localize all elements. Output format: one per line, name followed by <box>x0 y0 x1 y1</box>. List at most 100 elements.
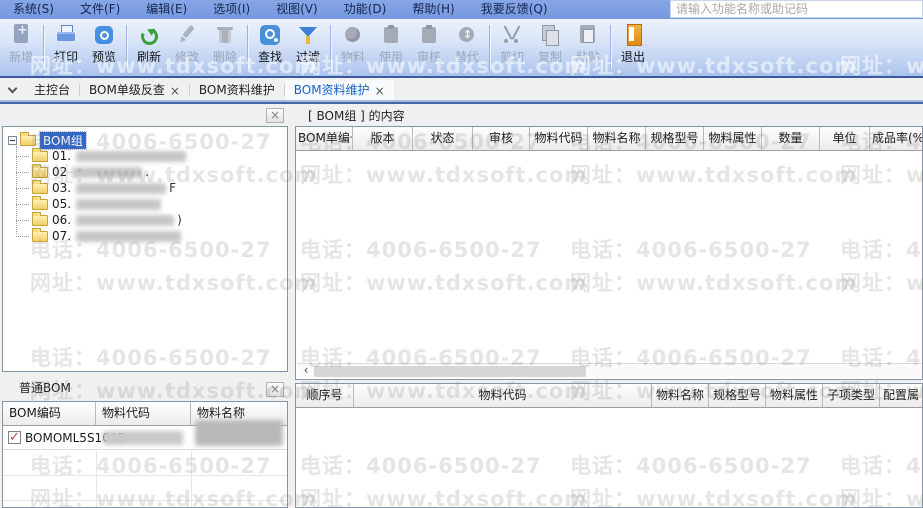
menu-item-system[interactable]: 系统(S) <box>0 0 67 19</box>
row-checkbox[interactable] <box>8 431 21 444</box>
edit-pencil-icon <box>175 24 199 46</box>
col-material-code[interactable]: 物料代码 <box>354 384 652 408</box>
tree-root-label: BOM组 <box>40 132 86 149</box>
toolbar-separator <box>43 25 44 69</box>
col-spec-model[interactable]: 规格型号 <box>709 384 766 408</box>
toolbar-new-button: 新增 <box>2 23 40 65</box>
add-document-icon <box>9 24 33 46</box>
redacted-text <box>76 199 161 210</box>
tree-item-label: 05. <box>52 197 71 211</box>
toolbar-separator <box>489 25 490 69</box>
substitute-icon <box>455 24 479 46</box>
toolbar-delete-button: 删除 <box>206 23 244 65</box>
bom-detail-table: 顺序号 物料代码 物料名称 规格型号 物料属性 子项类型 配置属 <box>295 383 923 508</box>
normal-bom-table: BOM编码 物料代码 物料名称 BOMOML5S1005 <box>2 401 288 508</box>
tree-item-03[interactable]: 03. F <box>16 180 287 196</box>
tree-item-label: 02 <box>52 165 67 179</box>
grid-line <box>191 451 192 508</box>
col-subitem-type[interactable]: 子项类型 <box>823 384 880 408</box>
tree-item-05[interactable]: 05. <box>16 196 287 212</box>
col-quantity[interactable]: 数量 <box>762 127 820 151</box>
toolbar-usage-label: 使用 <box>372 48 410 65</box>
tree-item-07[interactable]: 07. <box>16 228 287 244</box>
toolbar-separator <box>126 25 127 69</box>
col-yield-rate[interactable]: 成品率(%) <box>870 127 922 151</box>
col-version[interactable]: 版本 <box>353 127 413 151</box>
col-material-code[interactable]: 物料代码 <box>530 127 588 151</box>
col-material-attr[interactable]: 物料属性 <box>766 384 823 408</box>
copy-icon <box>538 24 562 46</box>
col-bom-no[interactable]: BOM单编号 <box>296 127 353 151</box>
redacted-text <box>72 167 142 178</box>
chevron-down-icon[interactable] <box>8 84 18 94</box>
col-bom-code[interactable]: BOM编码 <box>3 402 96 426</box>
col-material-code[interactable]: 物料代码 <box>96 402 191 426</box>
toolbar-find-label: 查找 <box>251 48 289 65</box>
tree-item-suffix: ) <box>177 213 182 227</box>
menu-item-function[interactable]: 功能(D) <box>331 0 400 19</box>
menu-item-edit[interactable]: 编辑(E) <box>133 0 200 19</box>
col-seq-no[interactable]: 顺序号 <box>296 384 354 408</box>
tree-item-label: 06. <box>52 213 71 227</box>
toolbar-modify-label: 修改 <box>168 48 206 65</box>
scroll-left-icon[interactable] <box>299 364 313 378</box>
col-audit[interactable]: 审核 <box>473 127 530 151</box>
col-status[interactable]: 状态 <box>413 127 473 151</box>
col-spec-model[interactable]: 规格型号 <box>646 127 704 151</box>
bom-group-tree: BOM组 01. 02 . 03. F 05. 06. ) <box>2 126 288 372</box>
toolbar-cut-button: 剪切 <box>493 23 531 65</box>
toolbar-substitute-button: 替代 <box>448 23 486 65</box>
close-icon[interactable] <box>170 85 180 97</box>
col-config-attr[interactable]: 配置属 <box>880 384 922 408</box>
tree-item-06[interactable]: 06. ) <box>16 212 287 228</box>
toolbar-print-label: 打印 <box>47 48 85 65</box>
tree-item-label: 01. <box>52 149 71 163</box>
close-icon[interactable] <box>375 85 385 97</box>
scrollbar-thumb[interactable] <box>314 366 586 377</box>
redacted-text <box>76 215 174 226</box>
tree-root-bom-group[interactable]: BOM组 <box>3 132 287 148</box>
menu-item-view[interactable]: 视图(V) <box>263 0 331 19</box>
redacted-text <box>103 431 183 445</box>
toolbar-find-button[interactable]: 查找 <box>251 23 289 65</box>
toolbar-audit-label: 审核 <box>410 48 448 65</box>
table-row[interactable]: BOMOML5S1005 <box>3 426 287 450</box>
tab-bom-maintain-2[interactable]: BOM资料维护 <box>285 80 394 100</box>
tab-bom-reverse-lookup[interactable]: BOM单级反查 <box>80 80 189 100</box>
toolbar: 新增 打印 预览 刷新 修改 删除 查找 过滤 物料 使用 审核 <box>0 19 923 78</box>
folder-icon <box>32 199 48 210</box>
redacted-text <box>76 231 181 242</box>
toolbar-usage-button: 使用 <box>372 23 410 65</box>
tab-console[interactable]: 主控台 <box>25 80 79 100</box>
tab-bom-maintain-1[interactable]: BOM资料维护 <box>190 80 284 100</box>
col-material-attr[interactable]: 物料属性 <box>704 127 762 151</box>
menu-item-feedback[interactable]: 我要反馈(Q) <box>468 0 561 19</box>
folder-icon <box>32 167 48 178</box>
toolbar-separator <box>610 25 611 69</box>
toolbar-refresh-button[interactable]: 刷新 <box>130 23 168 65</box>
toolbar-print-button[interactable]: 打印 <box>47 23 85 65</box>
menu-item-help[interactable]: 帮助(H) <box>399 0 467 19</box>
menu-item-file[interactable]: 文件(F) <box>67 0 133 19</box>
tree-item-01[interactable]: 01. <box>16 148 287 164</box>
tab-bom-reverse-lookup-label: BOM单级反查 <box>89 81 165 100</box>
close-icon[interactable] <box>266 382 284 397</box>
horizontal-scrollbar[interactable] <box>297 363 921 378</box>
toolbar-exit-button[interactable]: 退出 <box>614 23 652 65</box>
tree-item-02[interactable]: 02 . <box>16 164 287 180</box>
toolbar-preview-button[interactable]: 预览 <box>85 23 123 65</box>
col-material-name[interactable]: 物料名称 <box>588 127 646 151</box>
close-icon[interactable] <box>266 108 284 123</box>
menu-item-options[interactable]: 选项(I) <box>200 0 263 19</box>
toolbar-exit-label: 退出 <box>614 48 652 65</box>
toolbar-copy-label: 复制 <box>531 48 569 65</box>
function-search-input[interactable] <box>670 0 923 18</box>
toolbar-filter-button[interactable]: 过滤 <box>289 23 327 65</box>
toolbar-audit-button: 审核 <box>410 23 448 65</box>
collapse-minus-icon[interactable] <box>8 136 17 145</box>
exit-door-icon <box>621 24 645 46</box>
col-material-name[interactable]: 物料名称 <box>652 384 709 408</box>
toolbar-paste-button: 粘贴 <box>569 23 607 65</box>
preview-icon <box>92 24 116 46</box>
col-unit[interactable]: 单位 <box>820 127 870 151</box>
